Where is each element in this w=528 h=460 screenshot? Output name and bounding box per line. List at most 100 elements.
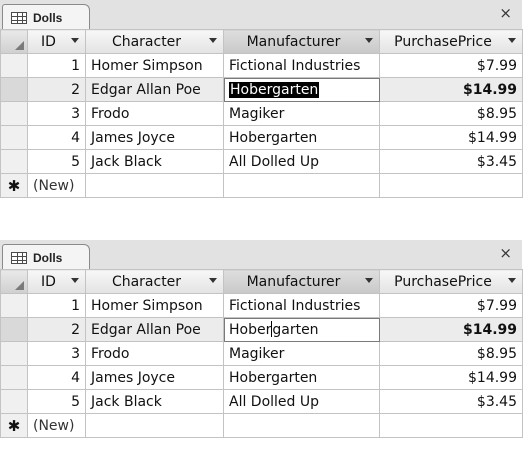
cell-character[interactable]: James Joyce [85,125,224,150]
select-all-button[interactable] [0,29,28,54]
edit-text-before-caret[interactable]: Hober [229,322,271,338]
cell-purchaseprice[interactable]: $7.99 [379,293,523,318]
cell-manufacturer[interactable]: All Dolled Up [223,389,380,414]
header-row: ID Character Manufacturer PurchasePrice [0,269,523,294]
chevron-down-icon[interactable] [508,38,516,43]
cell-manufacturer[interactable]: Hobergarten [223,365,380,390]
column-header-manufacturer[interactable]: Manufacturer [223,269,380,294]
column-header-purchaseprice[interactable]: PurchasePrice [379,269,523,294]
chevron-down-icon[interactable] [209,38,217,43]
column-header-label: Character [111,273,182,290]
cell-purchaseprice[interactable]: $7.99 [379,53,523,78]
cell-manufacturer-editing[interactable]: Hobergarten [223,317,380,342]
table-row: 3 Frodo Magiker $8.95 [0,341,523,366]
datasheet-grid: ID Character Manufacturer PurchasePrice … [0,269,523,438]
cell-id[interactable]: 5 [27,149,86,174]
new-record-selector[interactable]: ✱ [0,413,28,438]
cell-id[interactable]: 2 [27,317,86,342]
table-icon [11,251,27,264]
table-icon [11,11,27,24]
cell-character[interactable]: Edgar Allan Poe [85,317,224,342]
cell-new-purchaseprice[interactable] [379,173,523,198]
cell-new-manufacturer[interactable] [223,173,380,198]
close-icon[interactable]: × [499,246,512,261]
row-selector[interactable] [0,77,28,102]
chevron-down-icon[interactable] [71,38,79,43]
edit-text-after-caret[interactable]: garten [272,322,318,338]
cell-purchaseprice[interactable]: $3.45 [379,389,523,414]
cell-new-character[interactable] [85,173,224,198]
cell-character[interactable]: Frodo [85,101,224,126]
row-selector[interactable] [0,53,28,78]
cell-manufacturer-editing[interactable]: Hobergarten [223,77,380,102]
cell-manufacturer[interactable]: Magiker [223,341,380,366]
column-header-label: Manufacturer [246,273,341,290]
document-tab-dolls[interactable]: Dolls [2,4,90,30]
cell-id[interactable]: 4 [27,125,86,150]
cell-character[interactable]: Homer Simpson [85,53,224,78]
cell-purchaseprice[interactable]: $14.99 [379,365,523,390]
cell-manufacturer[interactable]: Fictional Industries [223,53,380,78]
cell-id[interactable]: 3 [27,341,86,366]
cell-purchaseprice[interactable]: $14.99 [379,317,523,342]
cell-new-character[interactable] [85,413,224,438]
table-row: 3 Frodo Magiker $8.95 [0,101,523,126]
cell-character[interactable]: Frodo [85,341,224,366]
chevron-down-icon[interactable] [71,278,79,283]
new-record-selector[interactable]: ✱ [0,173,28,198]
cell-manufacturer[interactable]: Fictional Industries [223,293,380,318]
selected-text[interactable]: Hobergarten [229,81,320,98]
cell-id[interactable]: 1 [27,293,86,318]
cell-id[interactable]: 5 [27,389,86,414]
column-header-id[interactable]: ID [27,269,86,294]
select-all-corner-icon [2,271,27,293]
cell-purchaseprice[interactable]: $8.95 [379,101,523,126]
cell-id[interactable]: 1 [27,53,86,78]
cell-new-purchaseprice[interactable] [379,413,523,438]
cell-purchaseprice[interactable]: $8.95 [379,341,523,366]
row-selector[interactable] [0,293,28,318]
select-all-button[interactable] [0,269,28,294]
cell-purchaseprice[interactable]: $14.99 [379,77,523,102]
cell-purchaseprice[interactable]: $3.45 [379,149,523,174]
cell-id[interactable]: 2 [27,77,86,102]
new-record-row: ✱ (New) [0,413,523,438]
row-selector[interactable] [0,149,28,174]
column-header-id[interactable]: ID [27,29,86,54]
close-icon[interactable]: × [499,6,512,21]
row-selector[interactable] [0,341,28,366]
datasheet-grid: ID Character Manufacturer PurchasePrice … [0,29,523,198]
cell-character[interactable]: Jack Black [85,149,224,174]
cell-id[interactable]: 3 [27,101,86,126]
chevron-down-icon[interactable] [365,278,373,283]
cell-id[interactable]: 4 [27,365,86,390]
column-header-character[interactable]: Character [85,29,224,54]
column-header-character[interactable]: Character [85,269,224,294]
row-selector[interactable] [0,365,28,390]
cell-character[interactable]: James Joyce [85,365,224,390]
cell-purchaseprice[interactable]: $14.99 [379,125,523,150]
column-header-manufacturer[interactable]: Manufacturer [223,29,380,54]
table-row-current: 2 Edgar Allan Poe Hobergarten $14.99 [0,77,523,102]
cell-new-id[interactable]: (New) [27,413,86,438]
cell-character[interactable]: Edgar Allan Poe [85,77,224,102]
select-all-corner-icon [2,31,27,53]
cell-manufacturer[interactable]: Hobergarten [223,125,380,150]
cell-new-id[interactable]: (New) [27,173,86,198]
table-row: 1 Homer Simpson Fictional Industries $7.… [0,293,523,318]
cell-new-manufacturer[interactable] [223,413,380,438]
column-header-purchaseprice[interactable]: PurchasePrice [379,29,523,54]
chevron-down-icon[interactable] [508,278,516,283]
new-record-icon: ✱ [7,416,21,435]
cell-character[interactable]: Jack Black [85,389,224,414]
chevron-down-icon[interactable] [365,38,373,43]
row-selector[interactable] [0,317,28,342]
cell-character[interactable]: Homer Simpson [85,293,224,318]
cell-manufacturer[interactable]: All Dolled Up [223,149,380,174]
document-tab-dolls[interactable]: Dolls [2,244,90,270]
chevron-down-icon[interactable] [209,278,217,283]
row-selector[interactable] [0,125,28,150]
row-selector[interactable] [0,101,28,126]
cell-manufacturer[interactable]: Magiker [223,101,380,126]
row-selector[interactable] [0,389,28,414]
